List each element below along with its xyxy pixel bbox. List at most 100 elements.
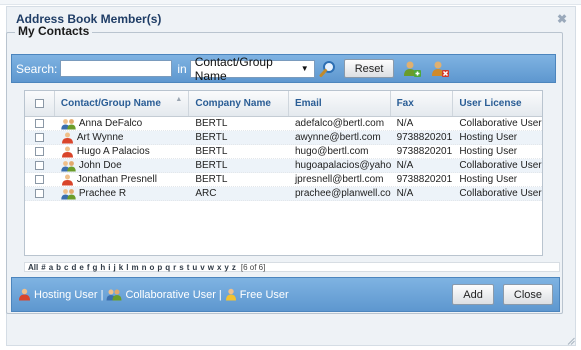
- alpha-filter-hash[interactable]: #: [41, 263, 45, 272]
- alpha-filter-c[interactable]: c: [64, 263, 68, 272]
- row-checkbox[interactable]: [35, 119, 45, 128]
- table-row[interactable]: John Doe BERTL hugoapalacios@yahoo.c N/A Col…: [25, 159, 542, 173]
- license-cell: Collaborative User: [459, 118, 542, 129]
- free-user-icon: [225, 288, 237, 301]
- alpha-filter-r[interactable]: r: [173, 263, 176, 272]
- search-field-select[interactable]: Contact/Group Name ▼: [189, 55, 315, 83]
- search-bar: Search: in Contact/Group Name ▼ Reset: [11, 54, 556, 83]
- alpha-filter-p[interactable]: p: [157, 263, 162, 272]
- resize-grip-icon[interactable]: [567, 337, 575, 345]
- column-header-name[interactable]: Contact/Group Name ▲: [55, 91, 190, 116]
- alpha-filter-m[interactable]: m: [131, 263, 138, 272]
- column-header-email[interactable]: Email: [289, 91, 391, 116]
- alpha-filter-e[interactable]: e: [79, 263, 83, 272]
- remove-contact-icon[interactable]: [430, 59, 450, 79]
- table-header: Contact/Group Name ▲ Company Name Email F…: [25, 91, 542, 117]
- alpha-filter-h[interactable]: h: [100, 263, 105, 272]
- alpha-filter-q[interactable]: q: [165, 263, 170, 272]
- result-count: [6 of 6]: [240, 262, 266, 272]
- alpha-filter-j[interactable]: j: [114, 263, 116, 272]
- alpha-filter-s[interactable]: s: [179, 263, 183, 272]
- column-header-company[interactable]: Company Name: [189, 91, 289, 116]
- row-checkbox-cell: [25, 173, 55, 187]
- section-title: My Contacts: [15, 24, 93, 38]
- alpha-filter-o[interactable]: o: [149, 263, 154, 272]
- fax-cell: N/A: [396, 160, 414, 171]
- hosting-user-icon: [61, 174, 74, 186]
- row-checkbox-cell: [25, 131, 55, 145]
- alpha-filter-l[interactable]: l: [126, 263, 128, 272]
- alpha-filter-i[interactable]: i: [108, 263, 110, 272]
- table-row[interactable]: Jonathan Presnell BERTL jpresnell@bertl.co…: [25, 173, 542, 187]
- legend-hosting-user: Hosting User: [18, 288, 98, 301]
- contact-name-cell: John Doe: [55, 159, 189, 173]
- hosting-user-icon: [61, 132, 74, 144]
- contact-name-cell: Jonathan Presnell: [55, 173, 189, 187]
- alpha-filter-k[interactable]: k: [119, 263, 123, 272]
- license-cell: Collaborative User: [459, 188, 542, 199]
- email-cell: adefalco@bertl.com: [294, 118, 385, 129]
- sort-up-icon: ▲: [175, 96, 183, 103]
- top-strip: [0, 0, 581, 5]
- hosting-user-icon: [18, 288, 31, 301]
- email-cell: awynne@bertl.com: [294, 132, 381, 143]
- select-all-checkbox[interactable]: [34, 99, 44, 108]
- license-cell: Hosting User: [459, 146, 518, 157]
- magnifier-icon[interactable]: [318, 59, 338, 79]
- alpha-filter-w[interactable]: w: [208, 263, 214, 272]
- alpha-filter-a[interactable]: a: [49, 263, 53, 272]
- alpha-filter-all[interactable]: All: [28, 263, 38, 272]
- hosting-user-icon: [61, 146, 74, 158]
- email-cell: prachee@planwell.com: [294, 188, 391, 199]
- close-icon[interactable]: ✖: [557, 12, 567, 26]
- license-cell: Collaborative User: [459, 160, 542, 171]
- contact-name-cell: Art Wynne: [55, 131, 189, 145]
- email-cell: jpresnell@bertl.com: [294, 174, 384, 185]
- alpha-filter-u[interactable]: u: [192, 263, 197, 272]
- alpha-filter-y[interactable]: y: [224, 263, 228, 272]
- column-header-fax[interactable]: Fax: [391, 91, 454, 116]
- dialog-footer: Hosting User | Collaborative User | Free…: [11, 277, 560, 312]
- collaborative-user-icon: [61, 160, 76, 172]
- contact-name-cell: Hugo A Palacios: [55, 145, 189, 159]
- reset-button[interactable]: Reset: [343, 59, 395, 78]
- company-cell: BERTL: [195, 118, 228, 129]
- alpha-filter-n[interactable]: n: [142, 263, 147, 272]
- table-row[interactable]: Hugo A Palacios BERTL hugo@bertl.com 973882…: [25, 145, 542, 159]
- table-row[interactable]: Anna DeFalco BERTL adefalco@bertl.com N/A Co…: [25, 117, 542, 131]
- collaborative-user-icon: [106, 288, 122, 301]
- alpha-filter-g[interactable]: g: [93, 263, 98, 272]
- add-button[interactable]: Add: [452, 284, 494, 305]
- table-row[interactable]: Art Wynne BERTL awynne@bertl.com 9738820201…: [25, 131, 542, 145]
- in-label: in: [177, 61, 187, 76]
- fax-cell: 9738820201: [396, 146, 453, 157]
- alpha-filter-t[interactable]: t: [187, 263, 190, 272]
- search-input[interactable]: [60, 60, 173, 77]
- company-cell: BERTL: [195, 160, 228, 171]
- collaborative-user-icon: [61, 188, 76, 200]
- row-checkbox[interactable]: [35, 189, 45, 198]
- row-checkbox[interactable]: [35, 147, 45, 156]
- close-button[interactable]: Close: [502, 284, 553, 305]
- table-row[interactable]: Prachee R ARC prachee@planwell.com N/A Colla…: [25, 187, 542, 201]
- add-contact-icon[interactable]: [402, 59, 422, 79]
- row-checkbox[interactable]: [35, 175, 45, 184]
- contact-name-cell: Anna DeFalco: [55, 117, 189, 131]
- alpha-filter-d[interactable]: d: [71, 263, 76, 272]
- row-checkbox[interactable]: [35, 161, 45, 170]
- alpha-filter-v[interactable]: v: [200, 263, 204, 272]
- company-cell: ARC: [195, 188, 217, 199]
- alpha-filter-b[interactable]: b: [56, 263, 61, 272]
- license-cell: Hosting User: [459, 174, 518, 185]
- alpha-filter-f[interactable]: f: [87, 263, 90, 272]
- table-body: Anna DeFalco BERTL adefalco@bertl.com N/A Co…: [25, 117, 542, 201]
- alpha-filter-z[interactable]: z: [232, 263, 236, 272]
- fax-cell: N/A: [396, 188, 414, 199]
- column-header-license[interactable]: User License: [453, 91, 542, 116]
- row-checkbox[interactable]: [35, 133, 45, 142]
- select-all-header: [25, 91, 55, 116]
- alphabet-filter-bar: All # a b c d e f g h i j k l m n o p q r s t u v w x y z [6 of 6]: [24, 262, 560, 272]
- alpha-filter-x[interactable]: x: [217, 263, 221, 272]
- legend-collaborative-user: Collaborative User: [106, 288, 216, 301]
- row-checkbox-cell: [25, 145, 55, 159]
